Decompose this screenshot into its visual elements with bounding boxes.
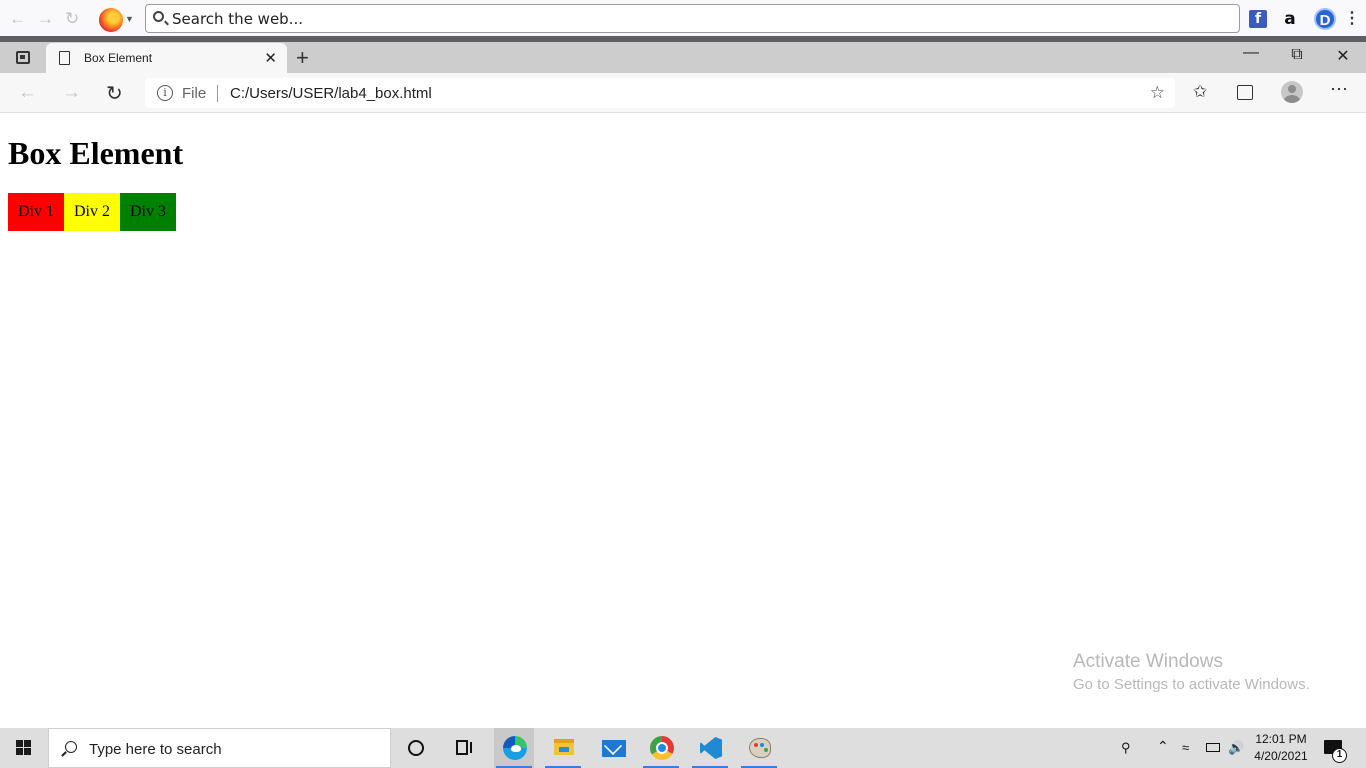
watermark-subtitle: Go to Settings to activate Windows. <box>1073 676 1310 693</box>
new-tab-plus-icon[interactable]: + <box>296 45 309 71</box>
page-title: Box Element <box>8 135 184 171</box>
tab-actions-icon[interactable] <box>16 51 30 64</box>
search-icon <box>65 741 77 753</box>
search-icon <box>153 11 164 22</box>
activate-windows-watermark: Activate Windows Go to Settings to activ… <box>1073 651 1310 693</box>
tab-box-element[interactable]: Box Element ✕ <box>46 43 287 73</box>
clock-date: 4/20/2021 <box>1254 749 1308 763</box>
watermark-title: Activate Windows <box>1073 651 1223 672</box>
scheme-label: File <box>182 85 207 102</box>
chrome-app-icon[interactable] <box>641 728 681 768</box>
restore-icon[interactable]: ⧉ <box>1287 46 1307 64</box>
d-extension-icon[interactable]: D <box>1314 8 1336 30</box>
edge-app-icon[interactable] <box>494 728 534 768</box>
clock[interactable]: 12:01 PM 4/20/2021 <box>1250 731 1312 765</box>
minimize-icon[interactable]: — <box>1241 44 1261 62</box>
more-menu-icon[interactable]: ⋯ <box>1330 79 1349 100</box>
tab-strip: Box Element ✕ + — ⧉ ✕ <box>0 42 1366 73</box>
notification-count-badge: 1 <box>1332 748 1347 763</box>
people-icon[interactable]: ⚲ <box>1121 740 1131 756</box>
paint-app-icon[interactable] <box>739 728 779 768</box>
task-view-icon[interactable] <box>456 740 472 755</box>
back-arrow-icon[interactable]: ← <box>9 10 26 27</box>
profile-avatar-icon[interactable] <box>1281 81 1303 103</box>
wifi-icon[interactable]: ≈ <box>1182 740 1189 755</box>
add-favorite-star-icon[interactable]: ☆ <box>1150 83 1165 103</box>
web-search-box[interactable] <box>145 4 1240 33</box>
url-text[interactable]: C:/Users/USER/lab4_box.html <box>230 85 432 102</box>
web-search-input[interactable] <box>172 8 1222 29</box>
reload-icon[interactable]: ↻ <box>65 10 79 27</box>
volume-icon[interactable]: 🔊 <box>1228 740 1244 756</box>
box-div-2: Div 2 <box>64 193 120 231</box>
address-toolbar: ← → ↻ i File C:/Users/USER/lab4_box.html… <box>0 73 1366 113</box>
file-explorer-app-icon[interactable] <box>543 728 583 768</box>
show-hidden-icons-chevron-icon[interactable]: ⌃ <box>1157 738 1169 755</box>
divider <box>217 85 218 102</box>
chevron-down-icon[interactable]: ▼ <box>125 14 134 24</box>
document-icon <box>59 51 70 65</box>
mail-app-icon[interactable] <box>593 728 633 768</box>
battery-icon[interactable] <box>1206 743 1220 752</box>
amazon-extension-icon[interactable]: a <box>1281 10 1299 28</box>
window-close-icon[interactable]: ✕ <box>1333 46 1353 66</box>
taskbar-search-input[interactable] <box>89 739 379 759</box>
tab-title: Box Element <box>84 51 153 65</box>
box-div-3: Div 3 <box>120 193 176 231</box>
search-toolbar: ← → ↻ ▼ f a D ⋮ <box>0 0 1366 36</box>
kebab-menu-icon[interactable]: ⋮ <box>1344 10 1360 28</box>
collections-icon[interactable] <box>1237 85 1253 100</box>
firefox-logo-icon[interactable] <box>99 8 123 32</box>
info-icon[interactable]: i <box>157 85 173 101</box>
taskbar: ⚲ ⌃ ≈ 🔊 12:01 PM 4/20/2021 1 <box>0 728 1366 768</box>
windows-start-icon[interactable] <box>16 740 32 756</box>
back-arrow-icon[interactable]: ← <box>18 82 37 104</box>
taskbar-search-box[interactable] <box>48 728 391 768</box>
box-div-1: Div 1 <box>8 193 64 231</box>
tab-close-icon[interactable]: ✕ <box>264 49 277 67</box>
favorites-icon[interactable]: ✩ <box>1193 82 1207 102</box>
reload-icon[interactable]: ↻ <box>106 81 123 106</box>
page-viewport: Box Element Div 1 Div 2 Div 3 Activate W… <box>0 114 1366 728</box>
vscode-app-icon[interactable] <box>690 728 730 768</box>
box-row: Div 1 Div 2 Div 3 <box>8 193 176 231</box>
cortana-icon[interactable] <box>408 740 424 756</box>
forward-arrow-icon[interactable]: → <box>62 82 81 104</box>
address-bar[interactable]: i File C:/Users/USER/lab4_box.html ☆ <box>145 78 1175 108</box>
clock-time: 12:01 PM <box>1255 732 1307 746</box>
facebook-extension-icon[interactable]: f <box>1249 10 1267 28</box>
forward-arrow-icon[interactable]: → <box>37 10 54 27</box>
